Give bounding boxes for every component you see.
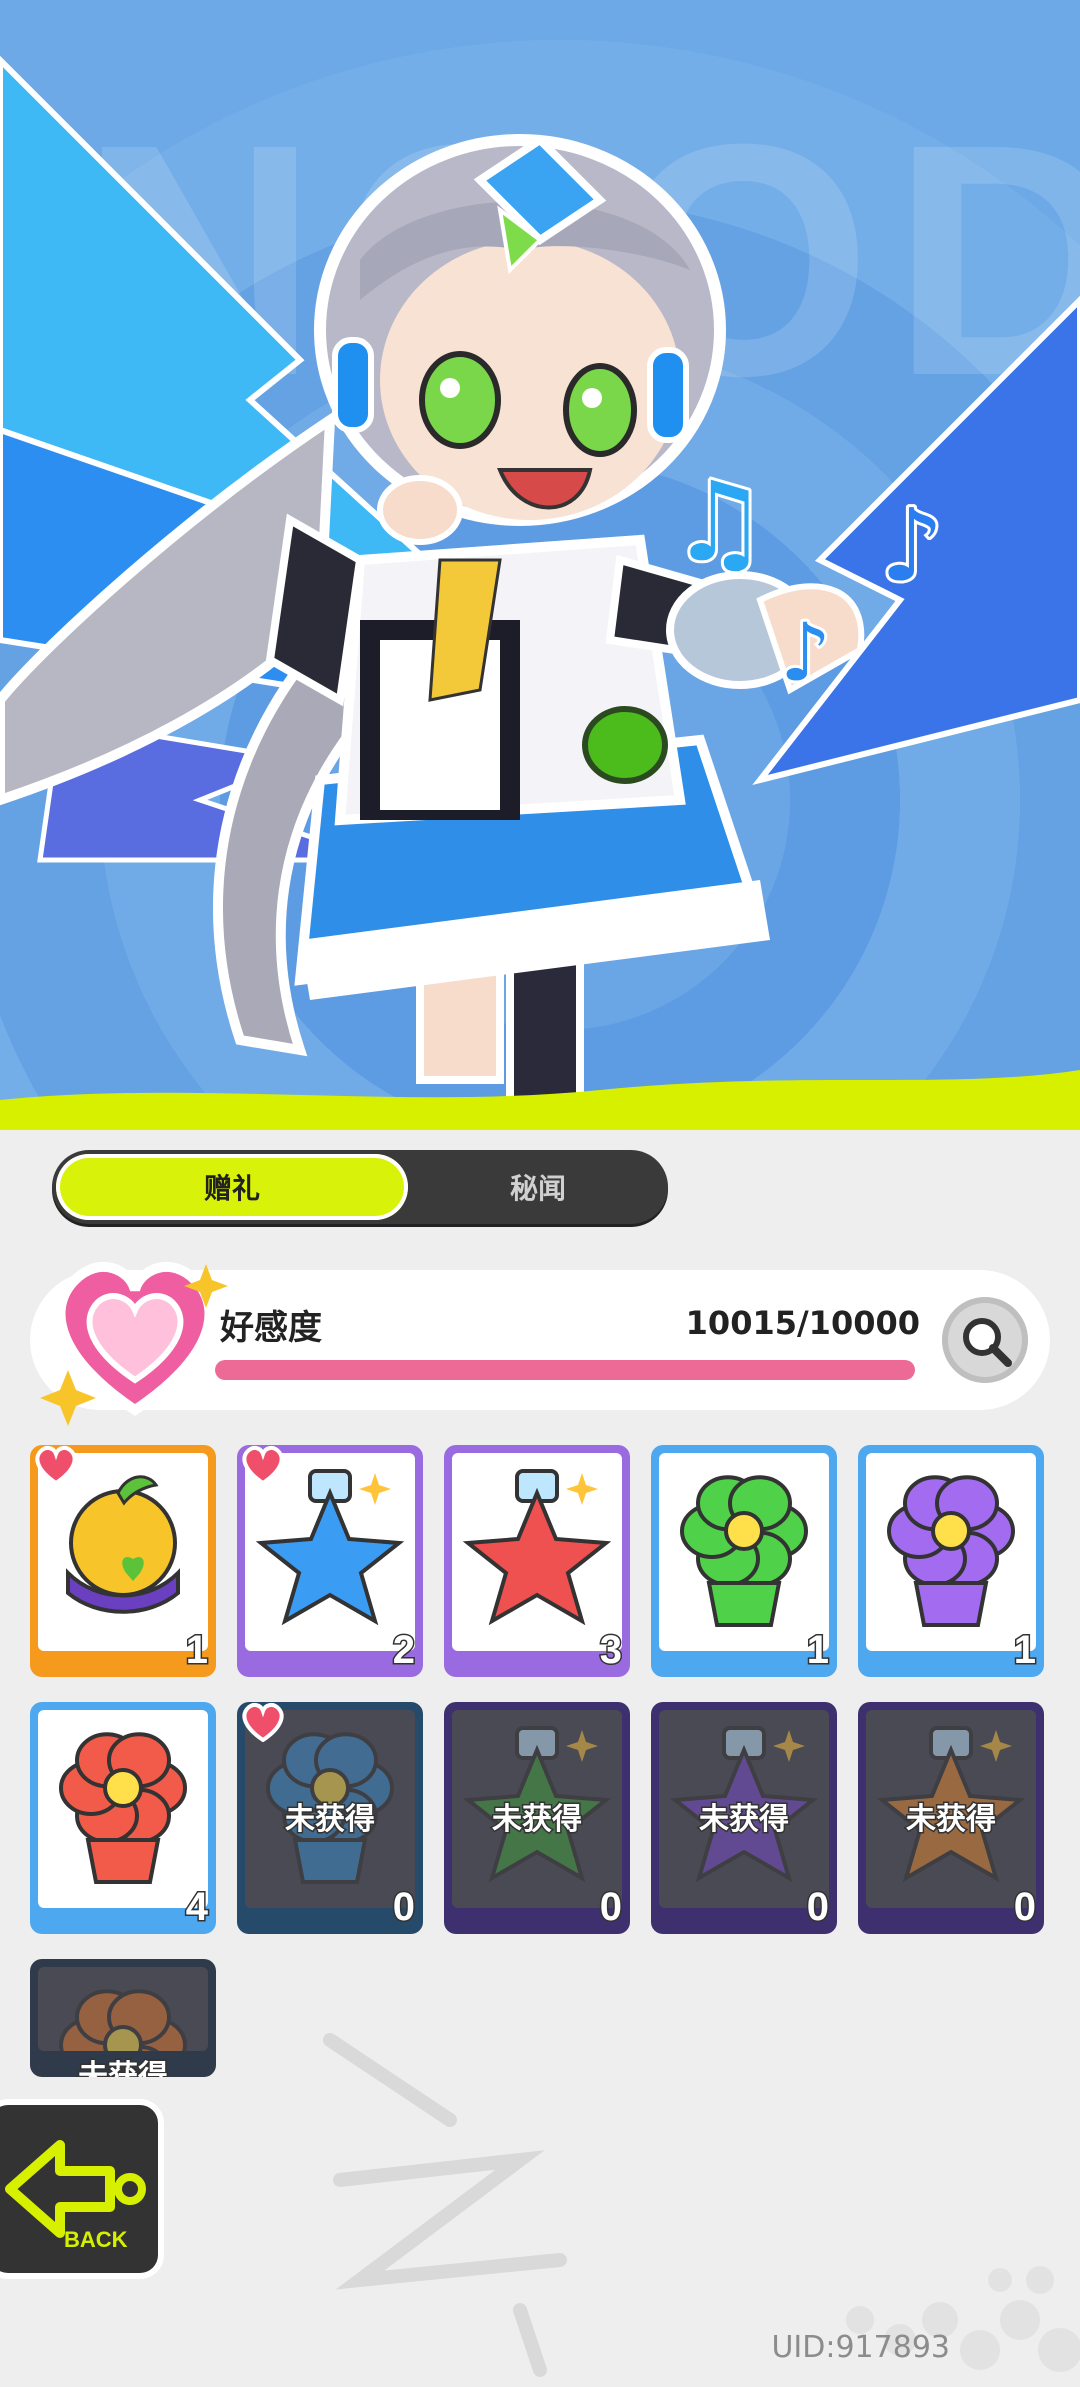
locked-label: 未获得 xyxy=(491,1801,584,1839)
gift-item-image xyxy=(866,1453,1036,1651)
affection-progress-bar xyxy=(215,1360,915,1380)
favorite-heart-icon xyxy=(34,1445,78,1489)
magnifier-button[interactable] xyxy=(942,1297,1028,1383)
gift-count: 0 xyxy=(1012,1884,1037,1931)
back-label: BACK xyxy=(64,2227,128,2252)
gift-count: 3 xyxy=(598,1627,623,1674)
character-hero: NOOD xyxy=(0,0,1080,1130)
tab-bar: 赠礼 秘闻 xyxy=(52,1150,668,1224)
gift-card[interactable]: 未获得 0 xyxy=(858,1702,1044,1934)
locked-label: 未获得 xyxy=(698,1801,791,1839)
gift-count: 0 xyxy=(805,1884,830,1931)
search-icon xyxy=(963,1318,1012,1367)
affection-progress-fill xyxy=(215,1360,915,1380)
gift-item-image xyxy=(38,1710,208,1908)
gift-count: 1 xyxy=(184,1627,209,1674)
affection-panel: 好感度 10015/10000 xyxy=(30,1261,1050,1426)
affection-label: 好感度 xyxy=(220,1308,322,1348)
gift-card[interactable]: 4 xyxy=(30,1702,216,1934)
svg-text:♪: ♪ xyxy=(880,487,944,604)
gift-count: 1 xyxy=(1012,1627,1037,1674)
gift-card[interactable]: 未获得 0 xyxy=(444,1702,630,1934)
back-button[interactable]: BACK xyxy=(0,2105,158,2273)
background-decoration xyxy=(323,2033,1080,2377)
heart-icon xyxy=(40,1261,228,1426)
gift-item-image xyxy=(659,1453,829,1651)
tab-gift[interactable]: 赠礼 xyxy=(56,1154,408,1220)
gift-item-image xyxy=(452,1453,622,1651)
affection-value: 10015/10000 xyxy=(685,1304,920,1342)
favorite-heart-icon xyxy=(241,1445,285,1489)
favorite-heart-icon xyxy=(241,1702,285,1746)
gift-card[interactable]: 未获得 0 xyxy=(237,1702,423,1934)
gift-count: 1 xyxy=(805,1627,830,1674)
gift-count: 0 xyxy=(391,1884,416,1931)
tab-secrets[interactable]: 秘闻 xyxy=(412,1154,664,1220)
gift-card[interactable]: 1 xyxy=(858,1445,1044,1677)
gift-card[interactable]: 未获得 0 xyxy=(651,1702,837,1934)
user-id: UID:917893 xyxy=(771,2330,950,2365)
gift-card[interactable]: 1 xyxy=(30,1445,216,1677)
svg-text:♫: ♫ xyxy=(670,458,769,586)
gift-card[interactable]: 2 xyxy=(237,1445,423,1677)
gift-card[interactable]: 1 xyxy=(651,1445,837,1677)
slime-divider xyxy=(0,1070,1080,1130)
svg-text:♪: ♪ xyxy=(780,606,831,699)
character-illustration: ♫ ♪ ♪ xyxy=(0,134,947,1104)
locked-label: 未获得 xyxy=(284,1801,377,1839)
back-arrow-icon: BACK xyxy=(5,2140,146,2252)
locked-label: 未获得 xyxy=(905,1801,998,1839)
gift-count: 2 xyxy=(391,1627,416,1674)
gift-card[interactable]: 3 xyxy=(444,1445,630,1677)
gift-count: 0 xyxy=(598,1884,623,1931)
gift-count: 4 xyxy=(184,1884,209,1931)
